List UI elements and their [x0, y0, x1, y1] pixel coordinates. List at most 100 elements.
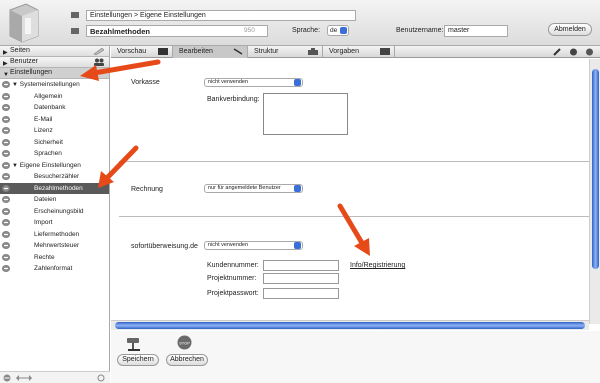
tree-item-label: Eigene Einstellungen [19, 161, 81, 169]
template-icon [380, 48, 390, 55]
rechnung-select[interactable]: nur für angemeldete Benutzer [204, 184, 303, 193]
collapse-circle-icon [2, 115, 10, 123]
tab-vorschau[interactable]: Vorschau [111, 46, 173, 58]
settings-icon[interactable] [585, 48, 594, 56]
page-toggle-icon[interactable] [71, 28, 79, 34]
char-count: 950 [244, 27, 255, 34]
nav-toggle-icon[interactable] [71, 12, 79, 18]
tab-bar: Vorschau Bearbeiten Struktur Vorgaben [111, 46, 600, 58]
language-select[interactable]: de [327, 25, 349, 36]
language-label: Sprache: [292, 27, 321, 34]
sidebar-section-benutzer[interactable]: ▶ Benutzer [0, 57, 109, 68]
tree-item-liefermethoden[interactable]: Liefermethoden [0, 229, 109, 241]
sofort-select[interactable]: nicht verwenden [204, 241, 303, 250]
tree-item-label: Sprachen [34, 150, 62, 157]
app-logo-icon [9, 3, 39, 43]
tree-item-label: Zahlenformat [34, 265, 73, 272]
scrollbar-thumb[interactable] [592, 69, 599, 269]
tree-item-zahlenformat[interactable]: Zahlenformat [0, 263, 109, 275]
tree-item-email[interactable]: E-Mail [0, 114, 109, 126]
vertical-scrollbar[interactable] [589, 59, 600, 324]
main-content: Vorkasse nicht verwenden Bankverbindung:… [111, 59, 589, 324]
collapse-circle-icon [2, 184, 10, 192]
collapse-circle-icon [2, 242, 10, 249]
bank-label: Bankverbindung: [207, 96, 260, 103]
tree-arrow-icon: ▼ [12, 82, 18, 88]
chevron-down-icon [294, 242, 301, 249]
tree-item-import[interactable]: Import [0, 217, 109, 229]
tree-item-allgemein[interactable]: Allgemein [0, 91, 109, 103]
collapse-circle-icon [2, 81, 10, 88]
tree-item-label: Datenbank [34, 104, 66, 111]
tree-item-erscheinungsbild[interactable]: Erscheinungsbild [0, 206, 109, 218]
username-field[interactable]: master [444, 25, 508, 37]
vorkasse-label: Vorkasse [131, 79, 160, 86]
tree-item-mehrwertsteuer[interactable]: Mehrwertsteuer [0, 240, 109, 252]
tree-item-datenbank[interactable]: Datenbank [0, 102, 109, 114]
logout-button[interactable]: Abmelden [548, 23, 592, 36]
collapse-circle-icon [2, 173, 10, 180]
tree-group-systemeinstellungen[interactable]: ▼ Systemeinstellungen [0, 79, 109, 91]
collapse-circle-icon [2, 265, 10, 272]
tab-vorgaben[interactable]: Vorgaben [323, 46, 395, 58]
tree-item-label: Lizenz [34, 127, 53, 134]
tree-item-sicherheit[interactable]: Sicherheit [0, 137, 109, 149]
horizontal-scrollbar[interactable] [111, 320, 589, 330]
page-title-field[interactable]: Bezahlmethoden [86, 25, 268, 37]
preview-icon [158, 48, 168, 55]
tree-item-besucherzaehler[interactable]: Besucherzähler [0, 171, 109, 183]
sidebar-section-label: Seiten [10, 47, 30, 54]
tree-group-eigene-einstellungen[interactable]: ▼ Eigene Einstellungen [0, 160, 109, 172]
tab-struktur[interactable]: Struktur [248, 46, 323, 58]
collapse-circle-icon [2, 150, 10, 157]
tree-item-sprachen[interactable]: Sprachen [0, 148, 109, 160]
tab-label: Bearbeiten [179, 48, 213, 55]
tab-bearbeiten[interactable]: Bearbeiten [173, 46, 248, 58]
tree-item-label: E-Mail [34, 115, 53, 123]
collapse-circle-icon [2, 207, 10, 215]
tree-item-label: Besucherzähler [34, 173, 80, 180]
collapse-circle-icon [2, 253, 10, 261]
bank-textarea[interactable] [263, 93, 348, 135]
divider [119, 216, 589, 217]
chevron-down-icon [294, 185, 301, 192]
kundennummer-field[interactable] [263, 260, 339, 271]
select-value: nur für angemeldete Benutzer [208, 185, 281, 191]
tree-item-label: Erscheinungsbild [34, 207, 84, 215]
tree-item-label: Liefermethoden [34, 230, 80, 238]
tree-item-label: Sicherheit [34, 138, 63, 146]
sidebar-section-seiten[interactable]: ▶ Seiten [0, 46, 109, 57]
gear-icon[interactable] [569, 48, 578, 56]
collapse-circle-icon [2, 219, 10, 226]
info-registrierung-link[interactable]: Info/Registrierung [350, 262, 405, 269]
cancel-button[interactable]: Abbrechen [166, 354, 208, 366]
collapse-circle-icon [2, 92, 10, 100]
tree-item-lizenz[interactable]: Lizenz [0, 125, 109, 137]
wrench-icon[interactable] [553, 48, 563, 56]
tree-item-dateien[interactable]: Dateien [0, 194, 109, 206]
scrollbar-thumb[interactable] [115, 322, 585, 329]
tree-item-label: Dateien [34, 196, 57, 203]
collapse-circle-icon [2, 138, 10, 146]
projektpasswort-field[interactable] [263, 288, 339, 299]
tree-item-rechte[interactable]: Rechte [0, 252, 109, 264]
resize-arrows-icon[interactable] [16, 375, 32, 381]
collapse-circle-icon [2, 104, 10, 111]
sofort-label: sofortüberweisung.de [131, 243, 198, 250]
save-button[interactable]: Speichern [117, 354, 159, 366]
tree-item-bezahlmethoden[interactable]: Bezahlmethoden [0, 182, 109, 194]
tree-item-label: Mehrwertsteuer [34, 242, 80, 249]
divider [119, 161, 589, 162]
tree-item-label: Allgemein [34, 92, 63, 100]
pencil-icon [233, 48, 243, 55]
vorkasse-select[interactable]: nicht verwenden [204, 78, 303, 87]
tab-label: Vorschau [117, 48, 147, 55]
collapse-circle-icon [2, 127, 10, 134]
projektnummer-field[interactable] [263, 273, 339, 284]
add-circle-icon[interactable] [3, 374, 11, 382]
sidebar-section-einstellungen[interactable]: ▼ Einstellungen [0, 68, 109, 79]
refresh-icon[interactable] [97, 374, 105, 382]
stop-icon: STOP [177, 335, 192, 350]
username-label: Benutzername: [396, 27, 444, 34]
tree-item-label: Import [34, 219, 53, 226]
